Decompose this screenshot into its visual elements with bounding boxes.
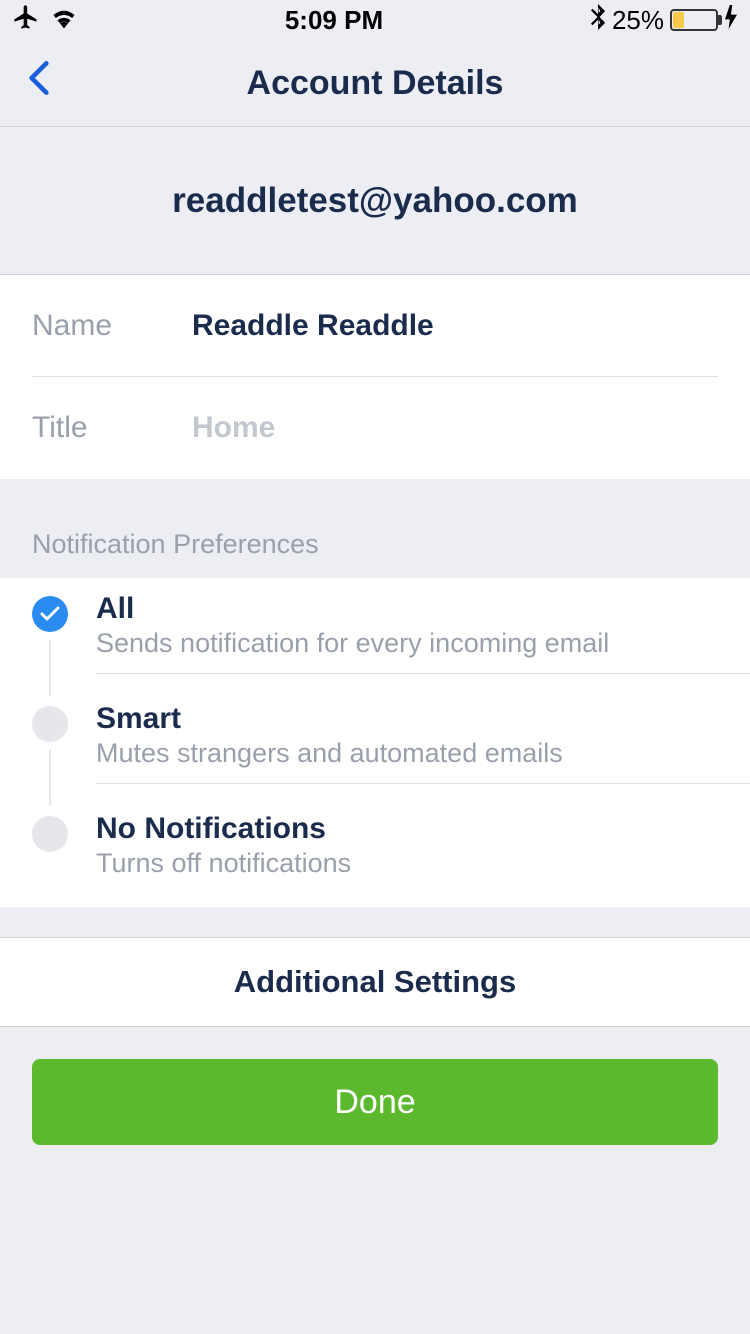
pref-title: Smart <box>96 702 718 736</box>
nav-header: Account Details <box>0 40 750 127</box>
pref-option-none[interactable]: No Notifications Turns off notifications <box>0 798 750 907</box>
battery-percent: 25% <box>612 5 664 36</box>
wifi-icon <box>50 5 78 36</box>
status-bar: 5:09 PM 25% <box>0 0 750 40</box>
status-left <box>12 3 78 38</box>
fields-section: Name Readdle Readdle Title Home <box>0 275 750 479</box>
account-email: readdletest@yahoo.com <box>172 181 578 221</box>
additional-settings-row[interactable]: Additional Settings <box>0 937 750 1027</box>
title-label: Title <box>32 411 192 445</box>
back-button[interactable] <box>28 59 50 107</box>
radio-unselected-icon <box>32 706 68 742</box>
pref-title: No Notifications <box>96 812 718 846</box>
bluetooth-icon <box>590 4 606 37</box>
page-title: Account Details <box>247 64 504 103</box>
radio-unselected-icon <box>32 816 68 852</box>
done-button[interactable]: Done <box>32 1059 718 1145</box>
pref-option-smart[interactable]: Smart Mutes strangers and automated emai… <box>0 688 750 798</box>
pref-desc: Mutes strangers and automated emails <box>96 738 718 769</box>
pref-title: All <box>96 592 718 626</box>
additional-settings-label: Additional Settings <box>234 964 516 1000</box>
charging-icon <box>724 5 738 36</box>
notification-preferences: All Sends notification for every incomin… <box>0 578 750 907</box>
title-row[interactable]: Title Home <box>0 377 750 479</box>
pref-desc: Sends notification for every incoming em… <box>96 628 718 659</box>
email-section: readdletest@yahoo.com <box>0 127 750 275</box>
pref-option-all[interactable]: All Sends notification for every incomin… <box>0 578 750 688</box>
airplane-mode-icon <box>12 3 40 38</box>
name-label: Name <box>32 309 192 343</box>
status-time: 5:09 PM <box>285 5 383 36</box>
name-row[interactable]: Name Readdle Readdle <box>0 275 750 377</box>
battery-icon <box>670 9 718 31</box>
pref-desc: Turns off notifications <box>96 848 718 879</box>
notification-section-header: Notification Preferences <box>0 479 750 578</box>
status-right: 25% <box>590 4 738 37</box>
radio-selected-icon <box>32 596 68 632</box>
name-value: Readdle Readdle <box>192 309 434 343</box>
title-placeholder: Home <box>192 411 275 445</box>
done-button-label: Done <box>334 1083 415 1122</box>
done-container: Done <box>0 1027 750 1177</box>
